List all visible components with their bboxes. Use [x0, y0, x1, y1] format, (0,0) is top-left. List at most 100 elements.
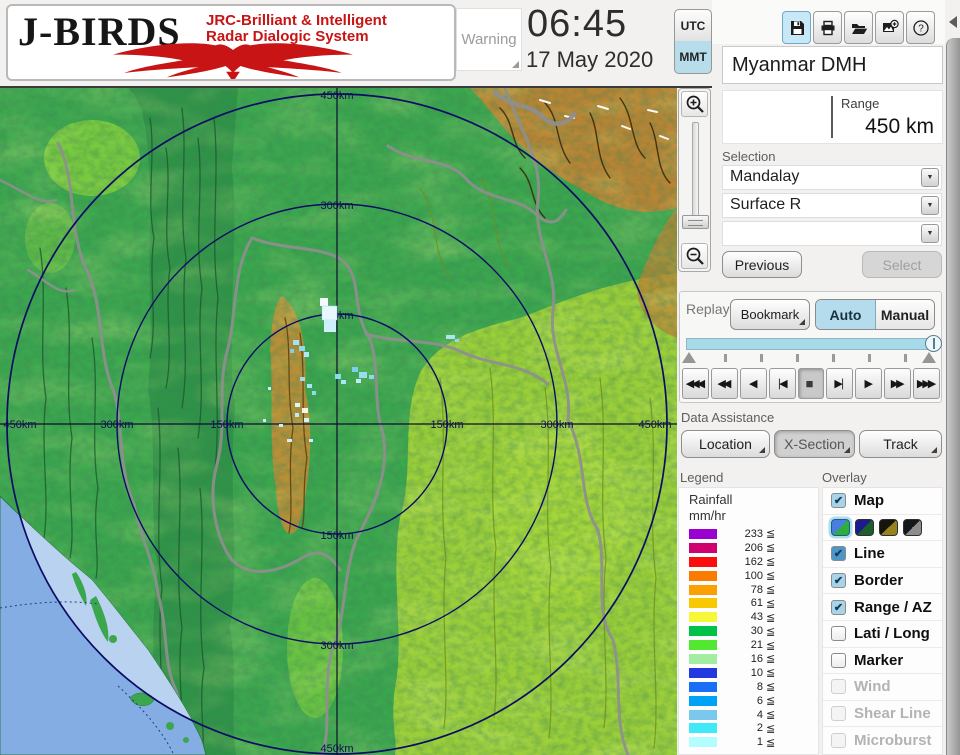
rewind-button[interactable]: ◀◀ [710, 368, 738, 399]
legend-value: 4 [756, 708, 763, 721]
legend-row: 10 ≦ [679, 666, 818, 680]
legend-row: 43 ≦ [679, 610, 818, 624]
checkbox[interactable]: ✔ [831, 493, 846, 509]
overlay-label: Microburst [854, 732, 932, 750]
legend-comparator: ≦ [766, 639, 776, 652]
zoom-slider-handle[interactable] [682, 215, 709, 229]
legend-value: 8 [756, 680, 763, 693]
legend-comparator: ≦ [766, 667, 776, 680]
product-dropdown[interactable]: Surface R ▼ [722, 193, 942, 218]
step-backward-button[interactable]: ∣◀ [768, 368, 796, 399]
radar-map[interactable]: 450km 300km 150km 150km 300km 450km 450k… [0, 88, 677, 755]
bookmark-button[interactable]: Bookmark [730, 299, 810, 330]
legend-row: 206 ≦ [679, 541, 818, 555]
map-style-black-gray[interactable] [903, 518, 922, 536]
stop-button[interactable]: ■ [797, 368, 825, 399]
slider-tick [760, 354, 763, 362]
chevron-down-icon[interactable]: ▼ [921, 168, 939, 187]
legend-color-swatch [689, 723, 717, 734]
help-button[interactable]: ? [906, 11, 935, 44]
chevron-down-icon[interactable]: ▼ [921, 224, 939, 243]
legend-comparator: ≦ [766, 722, 776, 735]
panel-splitter[interactable] [945, 0, 960, 755]
timezone-utc-button[interactable]: UTC [674, 9, 712, 42]
overlay-row-map: ✔ Map [823, 488, 942, 515]
x-section-button[interactable]: X-Section [774, 430, 855, 458]
app-logo: J-BIRDS JRC-Brilliant & Intelligent Rada… [6, 4, 456, 81]
checkbox[interactable] [831, 626, 846, 642]
legend-color-swatch [689, 709, 717, 720]
fast-rewind-button[interactable]: ◀◀◀ [682, 368, 709, 399]
location-button[interactable]: Location [681, 430, 770, 458]
overlay-row-wind: Wind [823, 674, 942, 701]
open-folder-button[interactable] [844, 11, 873, 44]
range-value: 450 km [865, 115, 934, 138]
legend-row: 1 ≦ [679, 735, 818, 749]
legend-unit: mm/hr [689, 508, 726, 523]
clock-time: 06:45 [527, 3, 628, 45]
zoom-out-button[interactable] [681, 243, 708, 269]
fastest-forward-button[interactable]: ▶▶▶ [913, 368, 941, 399]
checkbox[interactable] [831, 652, 846, 668]
legend-comparator: ≦ [766, 597, 776, 610]
legend-value: 206 [744, 541, 763, 554]
legend-value: 10 [750, 666, 763, 679]
legend-comparator: ≦ [766, 653, 776, 666]
overlay-section-label: Overlay [822, 470, 867, 485]
legend-rows: 233 ≦ 206 ≦ 162 ≦ 100 ≦ 78 ≦ 61 ≦ 43 ≦ 30 ≦ 21 ≦ 16 ≦ 10 ≦ 8 ≦ 6… [679, 527, 818, 749]
replay-slider-handle[interactable] [925, 335, 942, 352]
play-backward-button[interactable]: ◀ [739, 368, 767, 399]
legend-comparator: ≦ [766, 556, 776, 569]
timezone-mmt-button[interactable]: MMT [674, 41, 712, 74]
map-style-black-olive[interactable] [879, 518, 898, 536]
selection-label: Selection [722, 149, 776, 164]
slider-tick [724, 354, 727, 362]
panel-splitter-bar[interactable] [946, 38, 960, 755]
legend-value: 21 [750, 639, 763, 652]
legend-color-swatch [689, 556, 717, 567]
legend-section-label: Legend [680, 470, 724, 485]
map-style-navy-darkgreen[interactable] [855, 518, 874, 536]
collapse-arrow-icon[interactable] [949, 16, 957, 28]
sub-product-dropdown[interactable]: ▼ [722, 221, 942, 246]
track-button[interactable]: Track [859, 430, 942, 458]
select-button[interactable]: Select [862, 251, 942, 278]
legend-color-swatch [689, 737, 717, 748]
replay-slider-track[interactable] [686, 335, 942, 352]
zoom-in-button[interactable] [681, 91, 708, 117]
save-icon [790, 20, 804, 35]
legend-color-swatch [689, 626, 717, 637]
save-button[interactable] [782, 11, 811, 44]
previous-button[interactable]: Previous [722, 251, 802, 278]
manual-mode-button[interactable]: Manual [876, 300, 934, 329]
range-ring-label: 300km [320, 200, 353, 212]
zoom-in-icon [686, 95, 704, 113]
data-assistance-label: Data Assistance [681, 410, 775, 425]
warning-button[interactable]: Warning [456, 8, 522, 71]
site-dropdown[interactable]: Mandalay ▼ [722, 165, 942, 190]
overlay-row-line: ✔ Line [823, 541, 942, 568]
map-style-blue-green[interactable] [831, 518, 850, 536]
checkbox[interactable]: ✔ [831, 573, 846, 589]
overlay-label: Lati / Long [854, 625, 930, 643]
auto-mode-button[interactable]: Auto [816, 300, 876, 329]
chevron-down-icon[interactable]: ▼ [921, 196, 939, 215]
rainfall-legend: Rainfall mm/hr 233 ≦ 206 ≦ 162 ≦ 100 ≦ 78 ≦ 61 ≦ 43 ≦… [678, 487, 819, 755]
export-image-button[interactable] [875, 11, 904, 44]
range-label: Range [841, 96, 880, 111]
play-forward-button[interactable]: ▶ [855, 368, 883, 399]
checkbox[interactable]: ✔ [831, 546, 846, 562]
legend-value: 78 [750, 583, 763, 596]
legend-comparator: ≦ [766, 570, 776, 583]
print-button[interactable] [813, 11, 842, 44]
checkbox[interactable] [831, 706, 846, 722]
overlay-label: Range / AZ [854, 598, 932, 616]
step-forward-button[interactable]: ▶∣ [826, 368, 854, 399]
fast-forward-button[interactable]: ▶▶ [884, 368, 912, 399]
toolbar: ? [782, 11, 935, 44]
checkbox[interactable] [831, 733, 846, 749]
checkbox[interactable] [831, 679, 846, 695]
checkbox[interactable]: ✔ [831, 599, 846, 615]
range-ring-label: 300km [320, 640, 353, 652]
zoom-slider-track[interactable] [692, 122, 699, 228]
